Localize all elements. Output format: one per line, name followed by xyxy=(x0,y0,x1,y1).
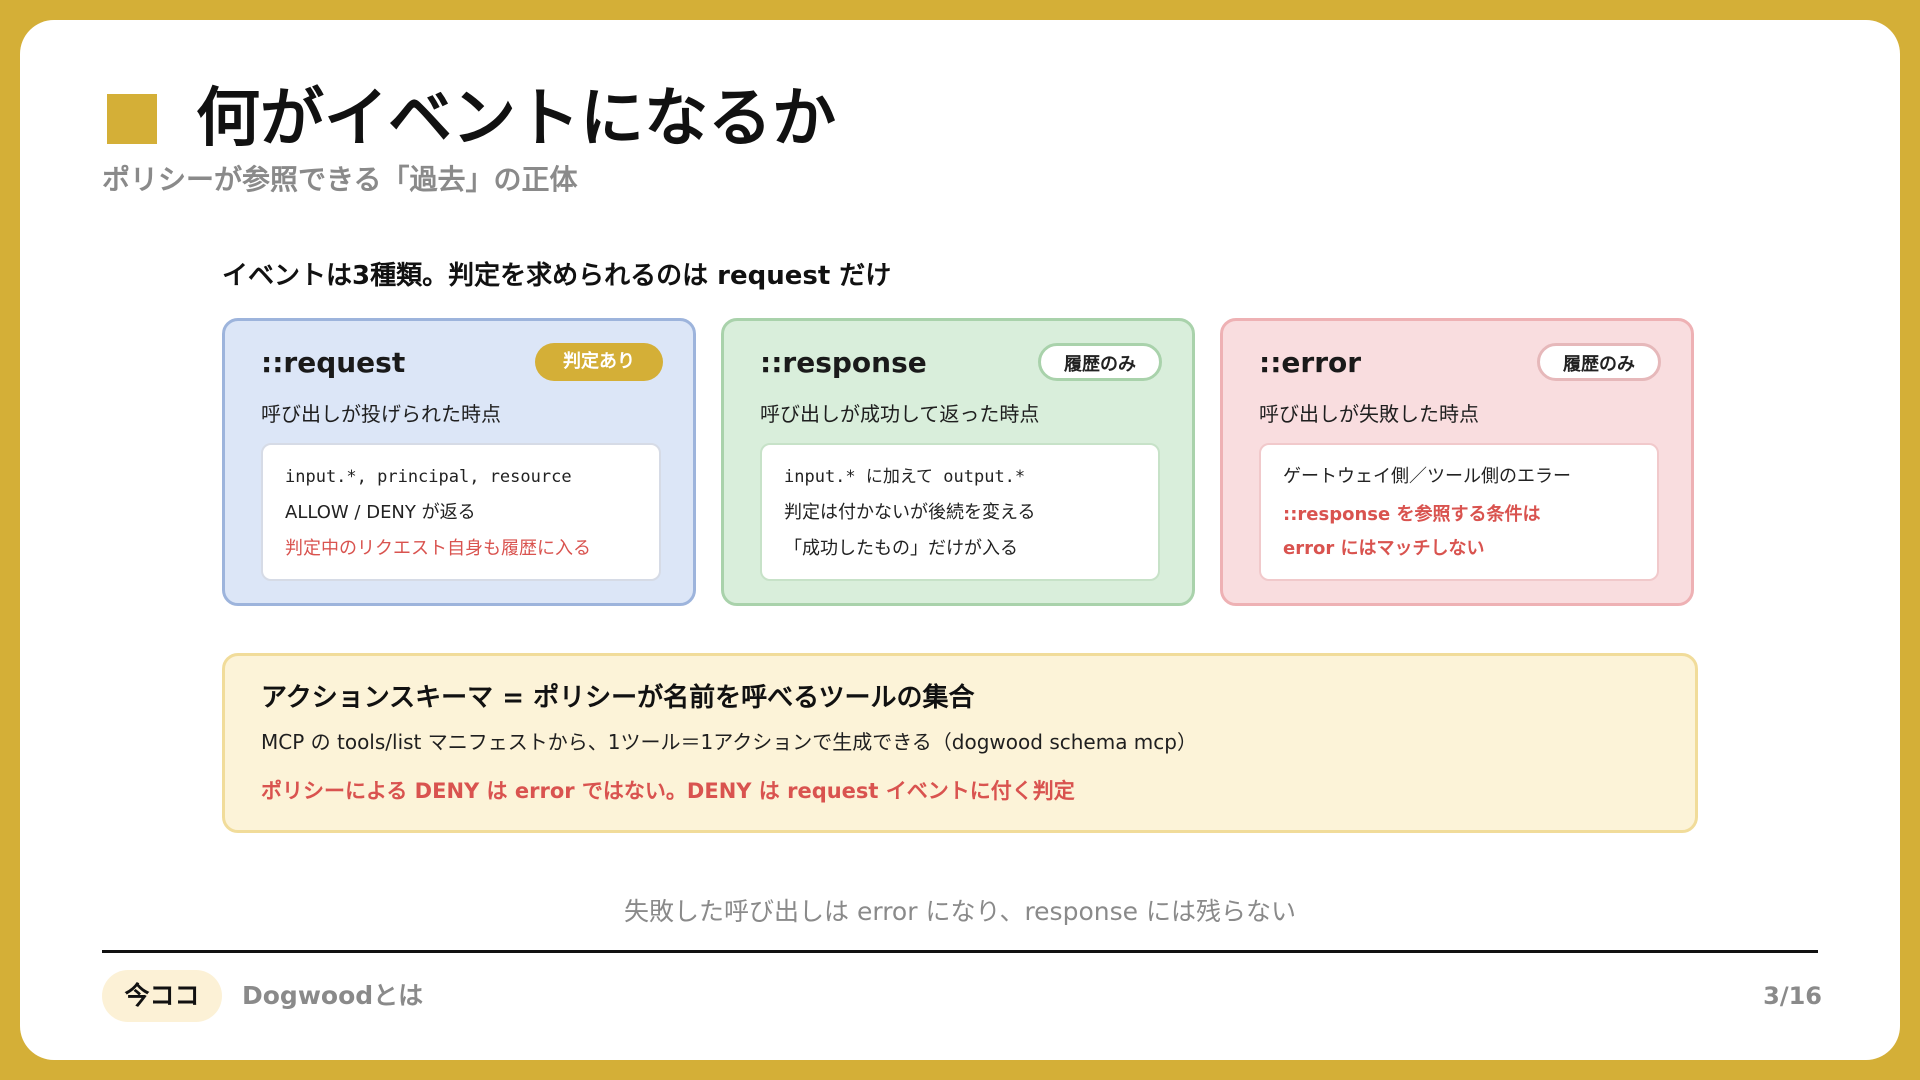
section-breadcrumb: Dogwoodとは xyxy=(242,981,424,1010)
detail-line: input.*, principal, resource xyxy=(285,467,572,487)
lead-text: イベントは3種類。判定を求められるのは request だけ xyxy=(222,261,892,291)
detail-line-highlight: ::response を参照する条件は xyxy=(1283,504,1541,525)
slide: 何がイベントになるか ポリシーが参照できる「過去」の正体 イベントは3種類。判定… xyxy=(20,20,1900,1060)
error-event-card: ::error 履歴のみ 呼び出しが失敗した時点 ゲートウェイ側／ツール側のエラ… xyxy=(1220,318,1694,606)
history-only-badge: 履歴のみ xyxy=(1537,343,1661,381)
card-detail-box: input.* に加えて output.* 判定は付かないが後続を変える 「成功… xyxy=(760,443,1160,581)
page-title: 何がイベントになるか xyxy=(196,82,836,156)
footer-divider xyxy=(102,950,1818,953)
card-description: 呼び出しが失敗した時点 xyxy=(1259,402,1479,426)
judgment-badge: 判定あり xyxy=(535,343,663,381)
card-detail-box: ゲートウェイ側／ツール側のエラー ::response を参照する条件は err… xyxy=(1259,443,1659,581)
title-marker xyxy=(107,94,157,144)
schema-description: MCP の tools/list マニフェストから、1ツール＝1アクションで生成… xyxy=(261,730,1197,754)
card-title: ::error xyxy=(1259,346,1362,379)
card-detail-box: input.*, principal, resource ALLOW / DEN… xyxy=(261,443,661,581)
card-title: ::request xyxy=(261,346,406,379)
detail-line: 判定は付かないが後続を変える xyxy=(784,502,1036,523)
current-location-pill: 今ココ xyxy=(102,970,222,1022)
schema-title: アクションスキーマ = ポリシーが名前を呼べるツールの集合 xyxy=(261,683,975,713)
request-event-card: ::request 判定あり 呼び出しが投げられた時点 input.*, pri… xyxy=(222,318,696,606)
card-description: 呼び出しが成功して返った時点 xyxy=(760,402,1040,426)
card-title: ::response xyxy=(760,346,927,379)
detail-line: 「成功したもの」だけが入る xyxy=(784,538,1018,559)
detail-line-highlight: 判定中のリクエスト自身も履歴に入る xyxy=(285,538,591,559)
footnote: 失敗した呼び出しは error になり、response には残らない xyxy=(624,897,1296,926)
schema-warning: ポリシーによる DENY は error ではない。DENY は request… xyxy=(261,779,1075,803)
detail-line: ALLOW / DENY が返る xyxy=(285,502,476,523)
detail-line: ゲートウェイ側／ツール側のエラー xyxy=(1283,466,1571,487)
page-number: 3/16 xyxy=(1763,982,1822,1010)
response-event-card: ::response 履歴のみ 呼び出しが成功して返った時点 input.* に… xyxy=(721,318,1195,606)
detail-line: input.* に加えて output.* xyxy=(784,467,1026,487)
detail-line-highlight: error にはマッチしない xyxy=(1283,538,1485,559)
page-subtitle: ポリシーが参照できる「過去」の正体 xyxy=(102,163,578,196)
card-description: 呼び出しが投げられた時点 xyxy=(261,402,501,426)
action-schema-box: アクションスキーマ = ポリシーが名前を呼べるツールの集合 MCP の tool… xyxy=(222,653,1698,833)
history-only-badge: 履歴のみ xyxy=(1038,343,1162,381)
